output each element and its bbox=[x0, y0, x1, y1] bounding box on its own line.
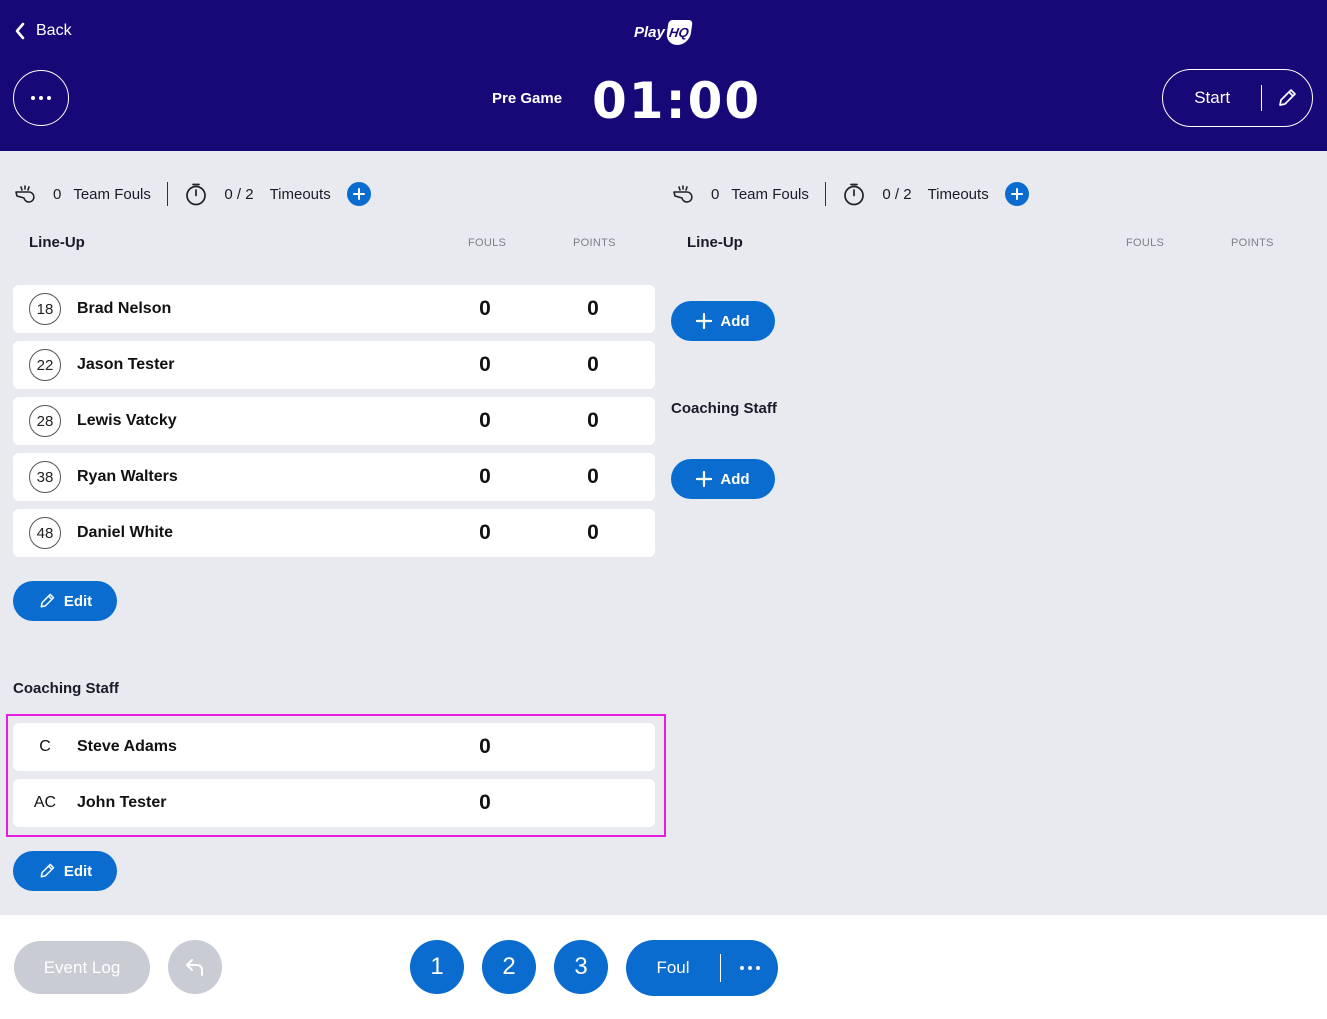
home-team-fouls-label: Team Fouls bbox=[73, 185, 151, 203]
away-fouls-header: FOULS bbox=[1126, 237, 1165, 249]
score-1-button[interactable]: 1 bbox=[410, 940, 464, 994]
away-add-timeout-button[interactable] bbox=[1004, 182, 1029, 206]
game-menu-button[interactable] bbox=[13, 70, 69, 126]
away-timeouts-value: 0 / 2 bbox=[882, 185, 912, 203]
home-add-timeout-button[interactable] bbox=[346, 182, 371, 206]
away-points-header: POINTS bbox=[1231, 237, 1274, 249]
undo-button[interactable] bbox=[168, 940, 222, 994]
plus-icon bbox=[352, 188, 365, 200]
away-timeouts-label: Timeouts bbox=[927, 185, 989, 203]
player-name: Brad Nelson bbox=[77, 300, 172, 317]
player-row[interactable]: 48 Daniel White 0 0 bbox=[13, 509, 655, 557]
back-button[interactable]: Back bbox=[14, 22, 72, 40]
add-label: Add bbox=[720, 312, 750, 330]
home-timeouts-value: 0 / 2 bbox=[224, 185, 254, 203]
whistle-icon bbox=[15, 185, 35, 203]
away-team-fouls-count: 0 bbox=[711, 185, 720, 203]
staff-fouls: 0 bbox=[479, 735, 491, 758]
player-name: Daniel White bbox=[77, 524, 174, 541]
home-lineup-title: Line-Up bbox=[29, 234, 85, 251]
jersey-number: 48 bbox=[29, 517, 61, 549]
player-fouls: 0 bbox=[479, 353, 491, 376]
staff-name: Steve Adams bbox=[77, 738, 177, 755]
pencil-icon bbox=[1279, 89, 1297, 106]
stopwatch-icon bbox=[844, 183, 865, 206]
staff-row[interactable]: AC John Tester 0 bbox=[13, 779, 655, 827]
home-team-fouls-count: 0 bbox=[53, 185, 62, 203]
player-row[interactable]: 18 Brad Nelson 0 0 bbox=[13, 285, 655, 333]
game-clock: 01:00 bbox=[592, 72, 762, 130]
start-control: Start bbox=[1162, 69, 1313, 127]
home-fouls-header: FOULS bbox=[468, 237, 507, 249]
period-label: Pre Game bbox=[492, 90, 563, 107]
jersey-number: 22 bbox=[29, 349, 61, 381]
away-team-fouls-label: Team Fouls bbox=[731, 185, 809, 203]
edit-label: Edit bbox=[63, 592, 93, 610]
foul-control: Foul bbox=[626, 940, 778, 996]
away-coaching-staff-title: Coaching Staff bbox=[671, 400, 777, 417]
player-points: 0 bbox=[587, 353, 599, 376]
player-row[interactable]: 22 Jason Tester 0 0 bbox=[13, 341, 655, 389]
player-points: 0 bbox=[587, 465, 599, 488]
whistle-icon bbox=[673, 185, 693, 203]
player-fouls: 0 bbox=[479, 409, 491, 432]
edit-lineup-button[interactable]: Edit bbox=[13, 581, 117, 621]
plus-icon bbox=[696, 313, 713, 329]
foul-options-button[interactable] bbox=[721, 966, 778, 970]
jersey-number: 28 bbox=[29, 405, 61, 437]
player-name: Ryan Walters bbox=[77, 468, 178, 485]
add-staff-button[interactable]: Add bbox=[671, 459, 775, 499]
staff-row[interactable]: C Steve Adams 0 bbox=[13, 723, 655, 771]
score-2-button[interactable]: 2 bbox=[482, 940, 536, 994]
event-log-button[interactable]: Event Log bbox=[14, 941, 150, 994]
home-coaching-staff-title: Coaching Staff bbox=[13, 680, 119, 697]
staff-role: C bbox=[39, 738, 51, 755]
action-footer: Event Log 1 2 3 Foul bbox=[0, 915, 1327, 1019]
edit-clock-button[interactable] bbox=[1262, 87, 1312, 109]
edit-label: Edit bbox=[63, 862, 93, 880]
pencil-icon bbox=[40, 593, 55, 608]
playhq-logo: Play HQ bbox=[634, 20, 693, 45]
pencil-icon bbox=[40, 863, 55, 878]
player-points: 0 bbox=[587, 409, 599, 432]
score-3-button[interactable]: 3 bbox=[554, 940, 608, 994]
player-name: Jason Tester bbox=[77, 356, 175, 373]
player-row[interactable]: 38 Ryan Walters 0 0 bbox=[13, 453, 655, 501]
divider bbox=[824, 182, 827, 206]
home-team-stats: 0 Team Fouls 0 / 2 Timeouts bbox=[13, 182, 371, 206]
player-row[interactable]: 28 Lewis Vatcky 0 0 bbox=[13, 397, 655, 445]
player-points: 0 bbox=[587, 297, 599, 320]
edit-staff-button[interactable]: Edit bbox=[13, 851, 117, 891]
player-name: Lewis Vatcky bbox=[77, 412, 177, 429]
staff-name: John Tester bbox=[77, 794, 167, 811]
undo-icon bbox=[186, 959, 203, 976]
player-fouls: 0 bbox=[479, 297, 491, 320]
more-icon bbox=[31, 96, 51, 100]
back-chevron-icon bbox=[15, 22, 25, 40]
jersey-number: 38 bbox=[29, 461, 61, 493]
plus-icon bbox=[696, 471, 713, 487]
add-player-button[interactable]: Add bbox=[671, 301, 775, 341]
player-fouls: 0 bbox=[479, 465, 491, 488]
scoreboard-header: Back Play HQ Pre Game 01:00 Start bbox=[0, 0, 1327, 151]
more-icon bbox=[739, 966, 760, 970]
player-fouls: 0 bbox=[479, 521, 491, 544]
add-label: Add bbox=[720, 470, 750, 488]
divider bbox=[166, 182, 169, 206]
player-points: 0 bbox=[587, 521, 599, 544]
back-label: Back bbox=[36, 22, 72, 39]
staff-fouls: 0 bbox=[479, 791, 491, 814]
foul-button[interactable]: Foul bbox=[626, 958, 720, 978]
staff-role: AC bbox=[33, 794, 57, 811]
stopwatch-icon bbox=[186, 183, 207, 206]
home-timeouts-label: Timeouts bbox=[269, 185, 331, 203]
start-button[interactable]: Start bbox=[1163, 88, 1261, 108]
jersey-number: 18 bbox=[29, 293, 61, 325]
away-team-stats: 0 Team Fouls 0 / 2 Timeouts bbox=[671, 182, 1029, 206]
plus-icon bbox=[1010, 188, 1023, 200]
away-lineup-title: Line-Up bbox=[687, 234, 743, 251]
home-points-header: POINTS bbox=[573, 237, 616, 249]
